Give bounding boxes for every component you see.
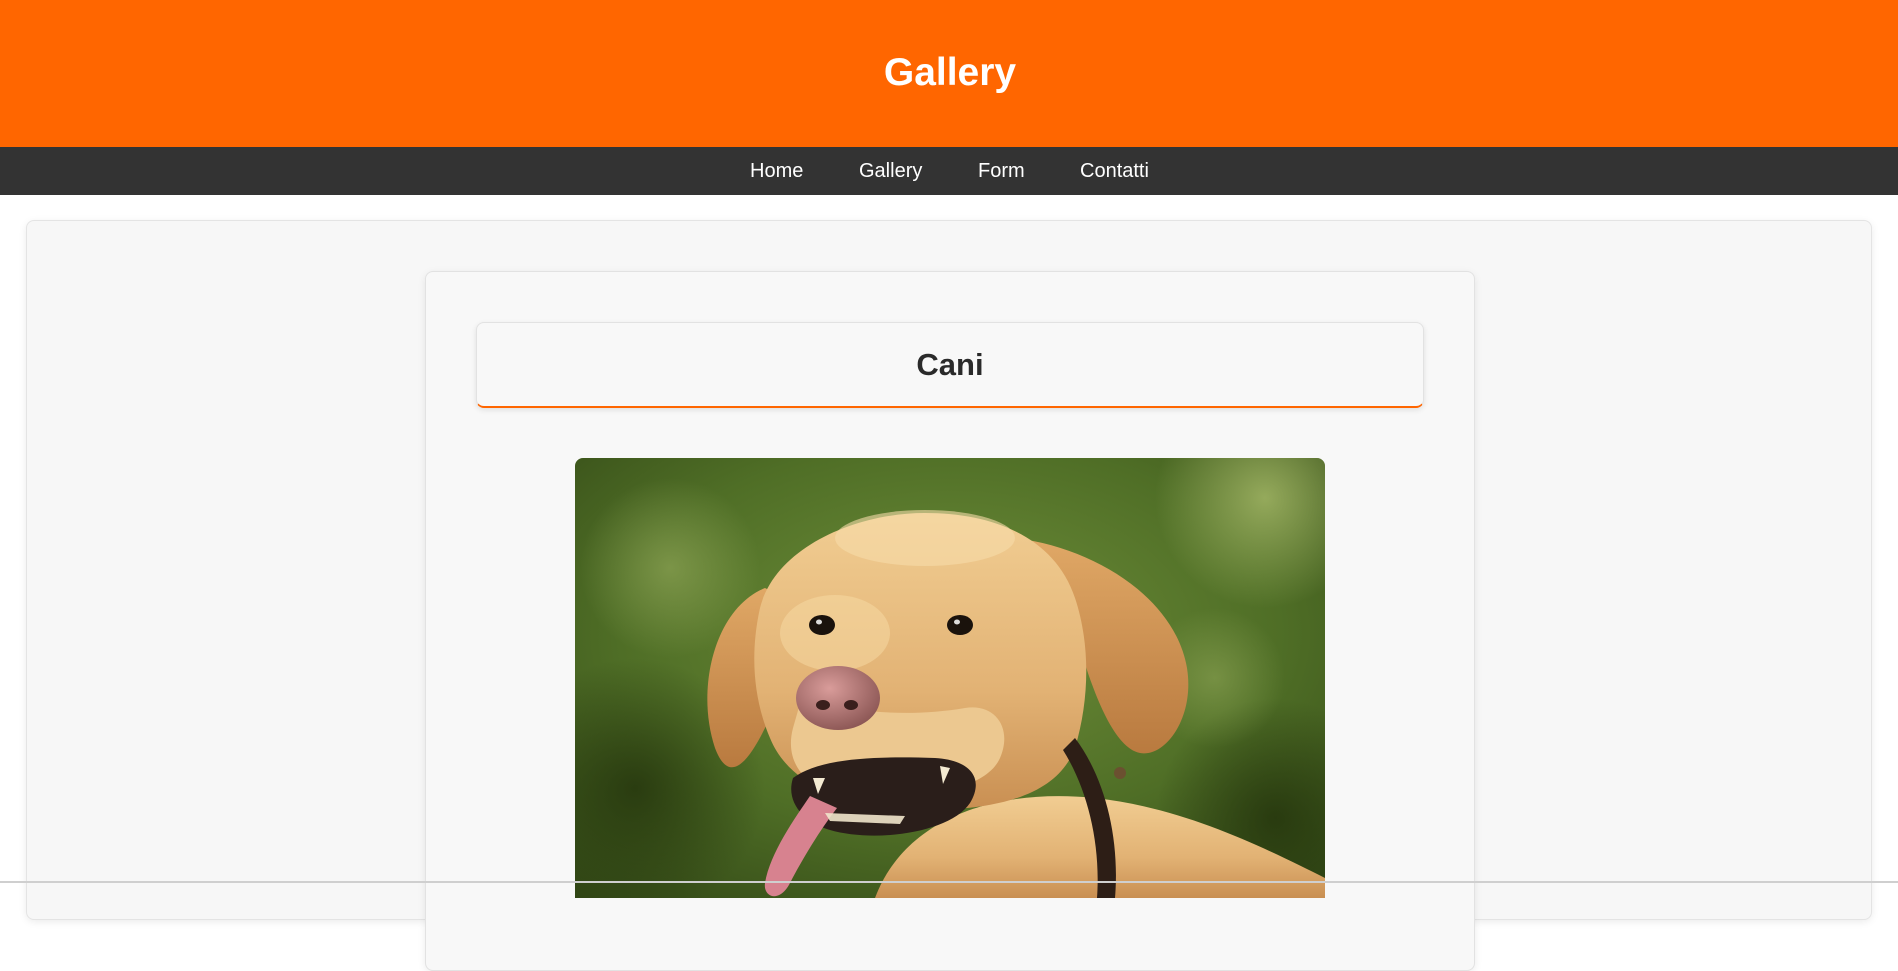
section-title: Cani xyxy=(916,346,984,382)
main-nav: Home Gallery Form Contatti xyxy=(0,147,1898,195)
nav-link-gallery[interactable]: Gallery xyxy=(859,147,922,195)
site-header: Gallery xyxy=(0,0,1898,147)
nav-link-home[interactable]: Home xyxy=(750,147,803,195)
dog-photo-illustration xyxy=(575,458,1325,898)
nav-link-contatti[interactable]: Contatti xyxy=(1080,147,1149,195)
dog-photo xyxy=(575,458,1325,898)
nav-link-form[interactable]: Form xyxy=(978,147,1025,195)
section-header: Cani xyxy=(476,322,1424,408)
page-title: Gallery xyxy=(883,50,1017,94)
